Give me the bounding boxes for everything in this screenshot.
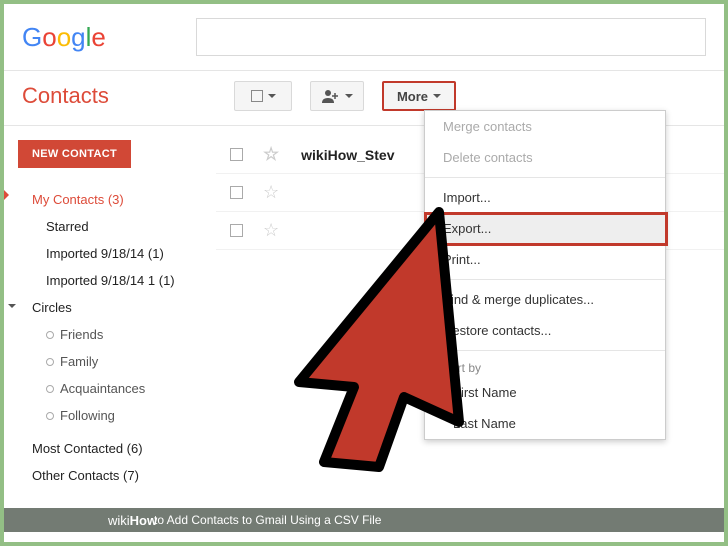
- menu-separator: [425, 350, 665, 351]
- star-icon[interactable]: ☆: [263, 182, 279, 203]
- more-button[interactable]: More: [382, 81, 456, 111]
- sidebar-item-most-contacted[interactable]: Most Contacted (6): [18, 435, 216, 462]
- add-contact-button[interactable]: [310, 81, 364, 111]
- sidebar-item-circle[interactable]: Following: [18, 402, 216, 429]
- person-add-icon: [322, 89, 340, 103]
- menu-item-restore[interactable]: Restore contacts...: [425, 315, 665, 346]
- new-contact-button[interactable]: NEW CONTACT: [18, 140, 131, 168]
- sidebar-item-circle[interactable]: Family: [18, 348, 216, 375]
- contact-name: wikiHow_Stev: [301, 147, 394, 163]
- circle-icon: [46, 358, 54, 366]
- header: Google: [4, 4, 724, 71]
- caption-bar: wikiHow to Add Contacts to Gmail Using a…: [4, 508, 724, 532]
- menu-item-merge: Merge contacts: [425, 111, 665, 142]
- checkbox[interactable]: [230, 186, 243, 199]
- menu-item-print[interactable]: Print...: [425, 244, 665, 275]
- checkbox-icon: [251, 90, 263, 102]
- sidebar-item-circles[interactable]: Circles: [18, 294, 216, 321]
- sidebar-item-label: Following: [60, 408, 115, 423]
- toolbar: More: [234, 81, 456, 111]
- circle-icon: [46, 412, 54, 420]
- more-label: More: [397, 89, 428, 104]
- page-title[interactable]: Contacts: [22, 83, 234, 109]
- menu-item-sort-first[interactable]: ✓ First Name: [425, 377, 665, 408]
- sidebar-item-label: Friends: [60, 327, 103, 342]
- menu-item-import[interactable]: Import...: [425, 182, 665, 213]
- menu-item-find-merge[interactable]: Find & merge duplicates...: [425, 284, 665, 315]
- sidebar-item-imported-2[interactable]: Imported 9/18/14 1 (1): [18, 267, 216, 294]
- app-frame: Google Contacts More NEW CONTACT My Cont…: [4, 4, 724, 542]
- checkbox[interactable]: [230, 148, 243, 161]
- menu-separator: [425, 177, 665, 178]
- menu-item-label: First Name: [453, 385, 517, 400]
- sidebar-item-circle[interactable]: Acquaintances: [18, 375, 216, 402]
- chevron-down-icon: [268, 94, 276, 98]
- circle-icon: [46, 331, 54, 339]
- chevron-down-icon: [433, 94, 441, 98]
- menu-separator: [425, 279, 665, 280]
- sidebar-item-my-contacts[interactable]: My Contacts (3): [18, 186, 216, 213]
- wikihow-logo: wikiHow: [108, 513, 157, 528]
- sidebar-item-imported-1[interactable]: Imported 9/18/14 (1): [18, 240, 216, 267]
- more-dropdown: Merge contacts Delete contacts Import...…: [424, 110, 666, 440]
- check-icon: ✓: [435, 385, 446, 401]
- star-icon[interactable]: ☆: [263, 144, 279, 165]
- google-logo[interactable]: Google: [22, 22, 106, 53]
- menu-item-delete: Delete contacts: [425, 142, 665, 173]
- select-all-button[interactable]: [234, 81, 292, 111]
- menu-item-export[interactable]: Export...: [425, 213, 665, 244]
- circle-icon: [46, 385, 54, 393]
- sidebar-item-label: Family: [60, 354, 98, 369]
- menu-item-sort-last[interactable]: Last Name: [425, 408, 665, 439]
- sidebar-item-circle[interactable]: Friends: [18, 321, 216, 348]
- sidebar-item-label: Acquaintances: [60, 381, 145, 396]
- checkbox[interactable]: [230, 224, 243, 237]
- sidebar: NEW CONTACT My Contacts (3) Starred Impo…: [4, 126, 216, 489]
- sidebar-item-other-contacts[interactable]: Other Contacts (7): [18, 462, 216, 489]
- sidebar-item-starred[interactable]: Starred: [18, 213, 216, 240]
- caption-text: to Add Contacts to Gmail Using a CSV Fil…: [154, 513, 381, 527]
- search-input[interactable]: [196, 18, 706, 56]
- star-icon[interactable]: ☆: [263, 220, 279, 241]
- chevron-down-icon: [345, 94, 353, 98]
- menu-label-sortby: Sort by: [425, 355, 665, 377]
